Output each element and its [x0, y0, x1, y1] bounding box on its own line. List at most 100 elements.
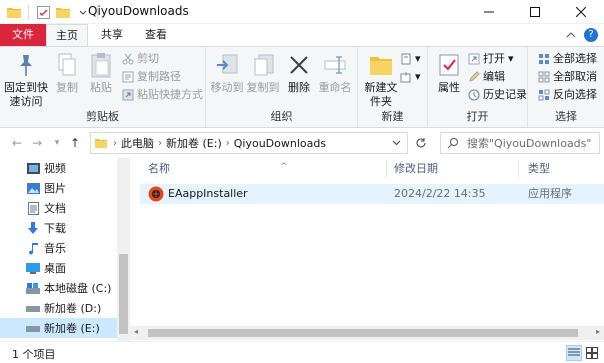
- easy-access-icon: [400, 71, 412, 83]
- download-icon: [26, 221, 40, 235]
- scissors-icon: [122, 53, 134, 65]
- breadcrumb-current-folder[interactable]: QiyouDownloads: [234, 137, 326, 150]
- history-button[interactable]: 历史记录: [468, 87, 527, 103]
- column-header-type[interactable]: 类型: [528, 158, 604, 180]
- ribbon-tabs: 文件 主页 共享 查看 ?: [0, 24, 604, 46]
- refresh-button[interactable]: [410, 132, 432, 154]
- sidebar-item-desktop[interactable]: 桌面: [26, 258, 66, 278]
- sidebar-item-pictures[interactable]: 图片: [26, 178, 66, 198]
- open-button[interactable]: 打开 ▾: [468, 51, 514, 67]
- tab-file[interactable]: 文件: [0, 24, 46, 46]
- collapse-ribbon-icon[interactable]: [564, 28, 578, 42]
- column-header-modified[interactable]: 修改日期: [394, 158, 524, 180]
- table-row[interactable]: EAappInstaller 2024/2/22 14:35 应用程序: [140, 184, 604, 204]
- copy-button[interactable]: 复制: [52, 51, 82, 95]
- open-group: 属性 打开 ▾ 编辑 历史记录 打开: [428, 47, 528, 127]
- desktop-icon: [26, 261, 40, 275]
- navigation-scrollbar[interactable]: [117, 158, 130, 341]
- paste-button[interactable]: 粘贴: [86, 51, 116, 95]
- item-count: 1 个项目: [12, 348, 56, 361]
- back-arrow-icon: ←: [11, 136, 23, 150]
- drive-c-icon: [26, 281, 40, 295]
- edit-button[interactable]: 编辑: [468, 69, 505, 85]
- edit-icon: [468, 71, 480, 83]
- select-group-label: 选择: [555, 110, 577, 123]
- select-all-button[interactable]: 全部选择: [538, 51, 597, 67]
- divider[interactable]: [518, 160, 519, 178]
- refresh-icon: [416, 138, 426, 148]
- select-none-icon: [538, 71, 550, 83]
- sidebar-item-drive-e[interactable]: 新加卷 (E:): [0, 318, 117, 338]
- help-icon[interactable]: ?: [584, 28, 598, 42]
- details-view-button[interactable]: [566, 345, 582, 361]
- breadcrumb-separator: ›: [158, 137, 162, 149]
- breadcrumb-this-pc[interactable]: 此电脑: [121, 135, 154, 151]
- folder-icon: [6, 4, 22, 20]
- up-button[interactable]: ↑: [66, 134, 84, 152]
- pin-icon: [13, 51, 39, 79]
- new-folder-button[interactable]: 新建文件夹: [364, 51, 398, 109]
- new-group-label: 新建: [381, 110, 404, 123]
- easy-access-button[interactable]: ▾: [400, 69, 421, 85]
- divider[interactable]: [386, 160, 387, 178]
- paste-shortcut-button[interactable]: 粘贴快捷方式: [122, 87, 203, 103]
- properties-icon[interactable]: [35, 4, 51, 20]
- new-folder-icon[interactable]: [55, 4, 71, 20]
- title-bar: QiyouDownloads: [0, 0, 604, 24]
- tab-home[interactable]: 主页: [46, 24, 88, 46]
- up-arrow-icon: ↑: [69, 136, 81, 150]
- scroll-right-icon[interactable]: ▸: [596, 327, 600, 336]
- back-button[interactable]: ←: [8, 134, 26, 152]
- sidebar-item-drive-c[interactable]: 本地磁盘 (C:): [26, 278, 111, 298]
- paste-icon: [88, 51, 114, 79]
- scrollbar-thumb[interactable]: [119, 254, 128, 334]
- new-group: 新建文件夹 ▾ ▾ 新建: [358, 47, 428, 127]
- sidebar-item-documents[interactable]: 文档: [26, 198, 66, 218]
- paste-label: 粘贴: [90, 81, 112, 94]
- scroll-left-icon[interactable]: ◂: [134, 327, 138, 336]
- scrollbar-thumb[interactable]: [148, 329, 578, 337]
- sidebar-item-music[interactable]: 音乐: [26, 238, 66, 258]
- clipboard-group: 固定到快速访问 复制 粘贴 剪切 复制路径 粘贴快捷方式 剪贴板: [0, 47, 206, 127]
- app-icon: [148, 186, 164, 202]
- recent-locations-button[interactable]: ▾: [48, 134, 66, 152]
- rename-button[interactable]: 重命名: [318, 51, 352, 95]
- copy-to-button[interactable]: 复制到: [246, 51, 280, 95]
- cut-button[interactable]: 剪切: [122, 51, 159, 67]
- maximize-button[interactable]: [512, 0, 558, 24]
- maximize-icon: [530, 7, 540, 17]
- select-none-button[interactable]: 全部取消: [538, 69, 597, 85]
- close-button[interactable]: [558, 0, 604, 24]
- move-to-button[interactable]: 移动到: [210, 51, 244, 95]
- sidebar-item-downloads[interactable]: 下载: [26, 218, 66, 238]
- chevron-down-icon[interactable]: [392, 137, 401, 150]
- sidebar-item-drive-d[interactable]: 新加卷 (D:): [26, 298, 101, 318]
- tab-view[interactable]: 查看: [136, 24, 176, 46]
- column-header-name[interactable]: 名称 ^: [148, 158, 388, 180]
- forward-button[interactable]: →: [28, 134, 46, 152]
- address-bar[interactable]: › 此电脑 › 新加卷 (E:) › QiyouDownloads: [90, 132, 408, 154]
- video-icon: [26, 161, 40, 175]
- properties-button[interactable]: 属性: [434, 51, 464, 95]
- forward-arrow-icon: →: [31, 136, 43, 150]
- delete-button[interactable]: 删除: [286, 51, 312, 95]
- large-icons-view-button[interactable]: [584, 345, 600, 361]
- organize-group: 移动到 复制到 删除 重命名 组织: [206, 47, 358, 127]
- address-row: ← → ▾ ↑ › 此电脑 › 新加卷 (E:) › QiyouDownload…: [0, 128, 604, 158]
- horizontal-scrollbar[interactable]: ◂ ▸: [130, 326, 604, 340]
- search-box[interactable]: 搜索"QiyouDownloads": [440, 132, 600, 154]
- invert-selection-icon: [538, 89, 550, 101]
- picture-icon: [26, 181, 40, 195]
- drive-icon: [26, 301, 40, 315]
- breadcrumb-drive-e[interactable]: 新加卷 (E:): [166, 135, 222, 151]
- close-icon: [576, 7, 586, 17]
- new-item-button[interactable]: ▾: [400, 51, 421, 67]
- tab-share[interactable]: 共享: [92, 24, 132, 46]
- copy-path-button[interactable]: 复制路径: [122, 69, 181, 85]
- sidebar-item-videos[interactable]: 视频: [26, 158, 66, 178]
- pin-to-quick-access-button[interactable]: 固定到快速访问: [4, 51, 48, 109]
- breadcrumb-separator: ›: [225, 137, 230, 149]
- invert-selection-button[interactable]: 反向选择: [538, 87, 597, 103]
- minimize-button[interactable]: [466, 0, 512, 24]
- file-type: 应用程序: [528, 187, 572, 200]
